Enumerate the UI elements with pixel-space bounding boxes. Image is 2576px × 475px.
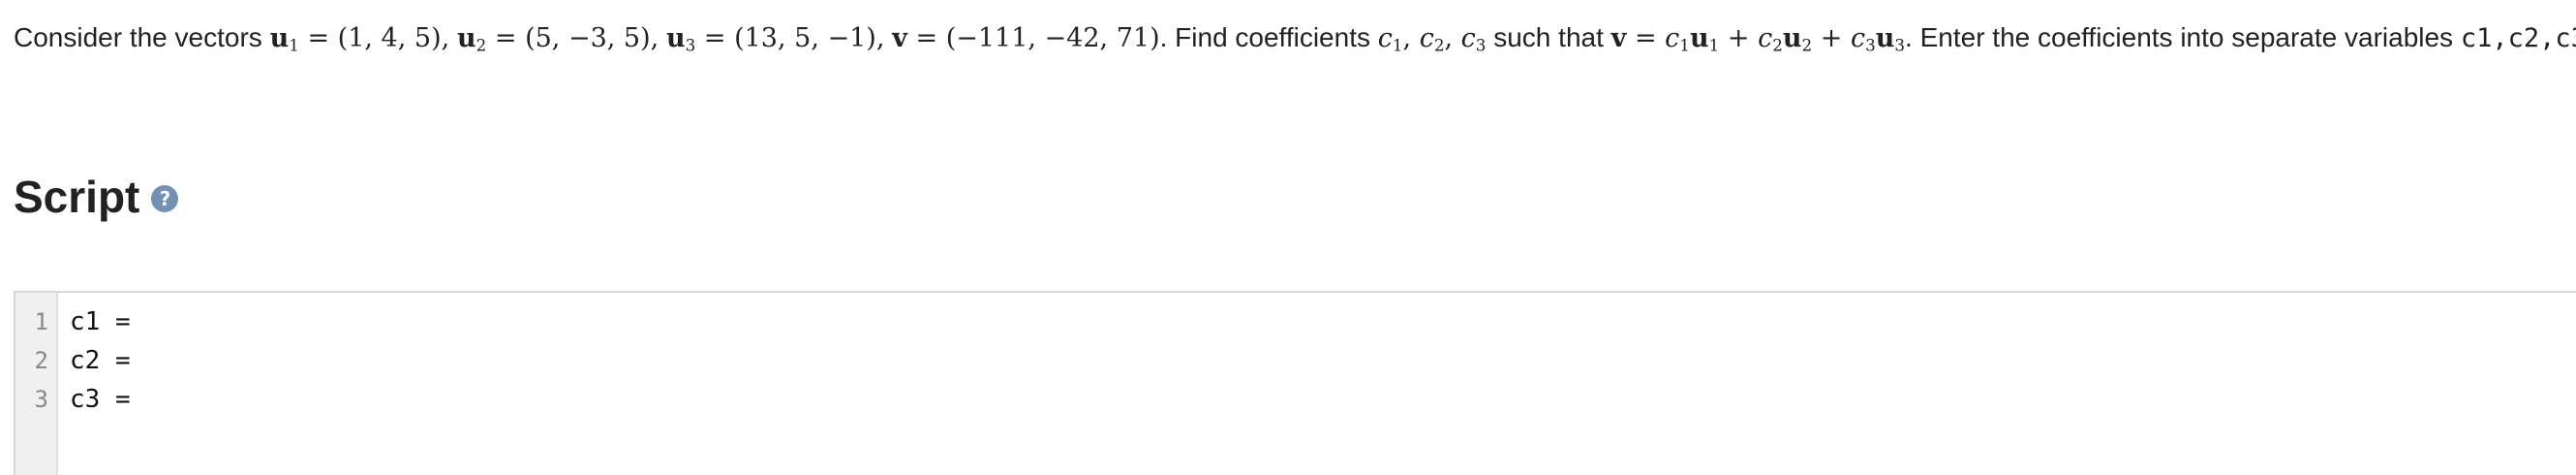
code-line[interactable]: c1 = [70, 302, 2576, 341]
vector-u3: u3 = (13, 5, −1), [666, 23, 885, 55]
variable-names: c1,c2,c3 [2460, 23, 2576, 53]
vector-u1: u1 = (1, 4, 5), [269, 23, 450, 55]
line-number: 3 [34, 386, 48, 413]
line-number-gutter: 1 2 3 [15, 293, 58, 475]
problem-statement: Consider the vectors u1 = (1, 4, 5), u2 … [14, 17, 2576, 59]
such-that-text: such that [1493, 22, 1604, 52]
script-section-header: Script ? [14, 168, 179, 226]
code-line[interactable]: c3 = [70, 380, 2576, 419]
line-number: 1 [34, 308, 48, 335]
code-content[interactable]: c1 = c2 = c3 = [70, 302, 2576, 419]
enter-text: . Enter the coefficients into separate v… [1905, 22, 2454, 52]
code-line[interactable]: c2 = [70, 341, 2576, 380]
help-icon[interactable]: ? [151, 185, 179, 212]
script-title: Script [14, 172, 140, 222]
line-number: 2 [34, 347, 48, 374]
vector-u2: u2 = (5, −3, 5), [456, 23, 659, 55]
linear-combination: v = c1u1 + c2u2 + c3u3 [1610, 23, 1906, 55]
code-editor[interactable]: 1 2 3 c1 = c2 = c3 = [14, 291, 2576, 475]
problem-intro: Consider the vectors [14, 22, 262, 52]
find-text: . Find coefficients [1159, 22, 1370, 52]
vector-v: v = (−111, −42, 71) [892, 23, 1160, 53]
coefficients-list: c1, c2, c3 [1377, 23, 1487, 55]
